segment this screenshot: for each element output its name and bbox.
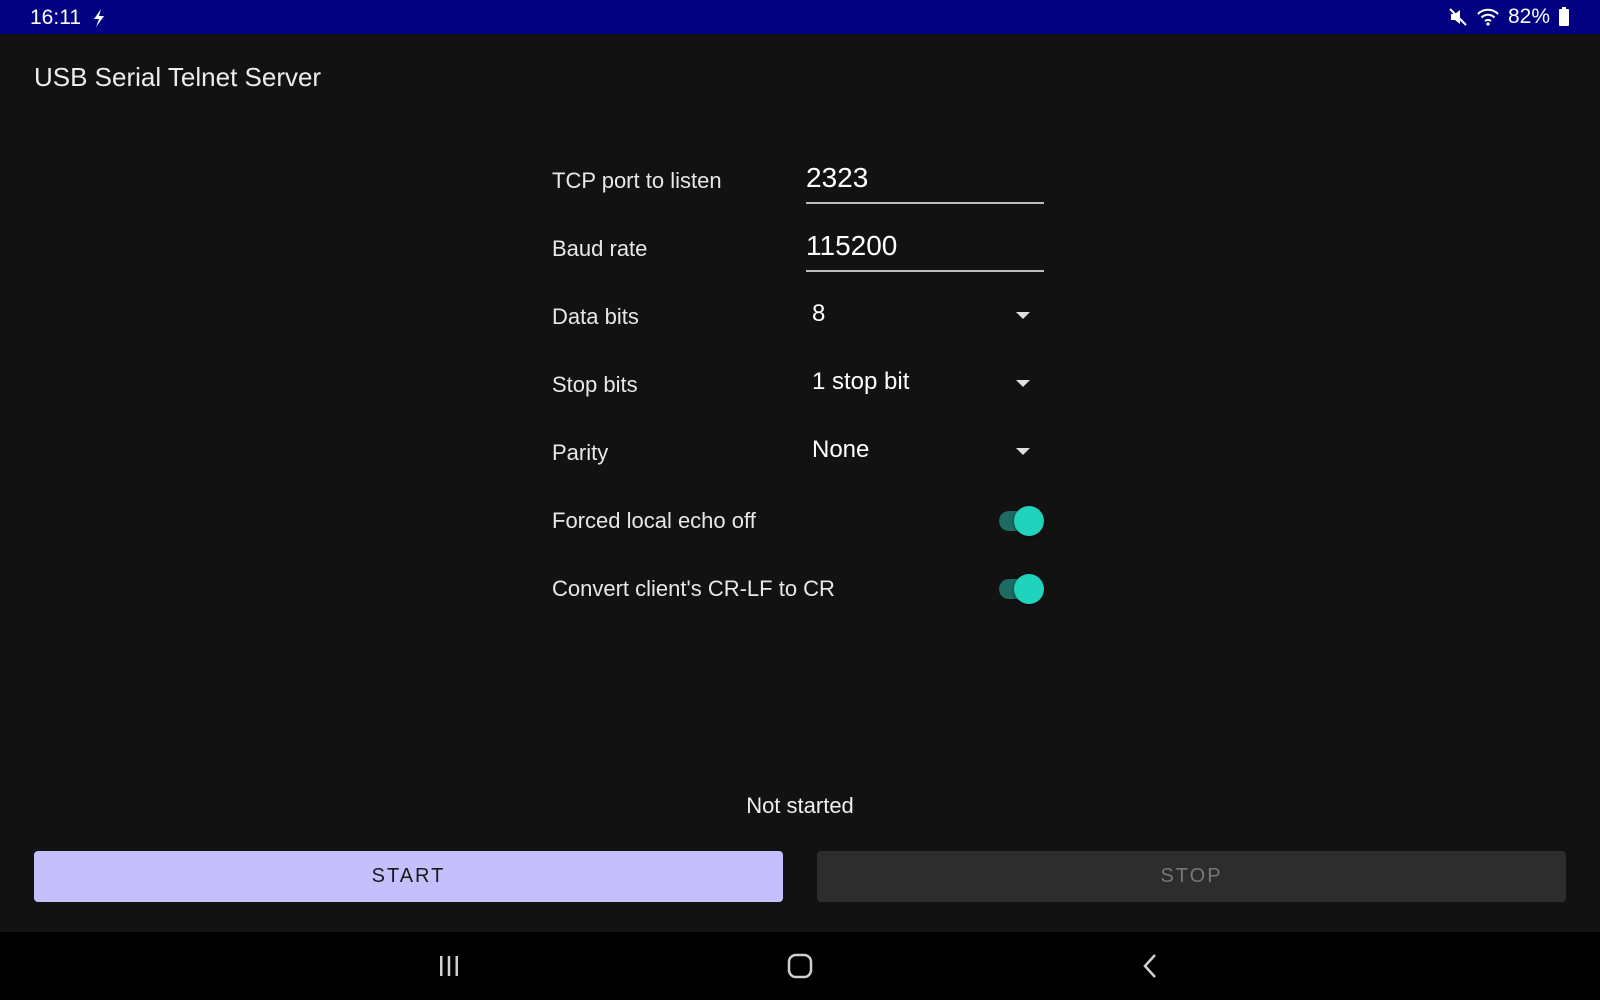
- stop-button[interactable]: STOP: [817, 851, 1566, 902]
- battery-icon: [1559, 7, 1569, 26]
- parity-label: Parity: [552, 440, 609, 465]
- tcp-port-field: [806, 154, 1044, 204]
- baud-rate-input[interactable]: [806, 228, 1042, 264]
- status-time: 16:11: [30, 6, 81, 29]
- navigation-bar: [0, 932, 1600, 1000]
- local-echo-label: Forced local echo off: [552, 508, 756, 533]
- battery-percent: 82%: [1507, 5, 1550, 28]
- status-icons: 82%: [1448, 5, 1570, 29]
- recents-button[interactable]: [429, 946, 469, 986]
- toggle-thumb: [1014, 506, 1044, 536]
- crlf-label: Convert client's CR-LF to CR: [552, 576, 835, 601]
- wifi-icon: [1477, 8, 1499, 26]
- stop-bits-label: Stop bits: [552, 372, 638, 397]
- parity-select[interactable]: None: [806, 426, 1036, 478]
- data-bits-select[interactable]: 8: [806, 290, 1036, 342]
- app-title: USB Serial Telnet Server: [34, 62, 322, 92]
- stop-bits-value: 1 stop bit: [812, 368, 910, 395]
- data-bits-label: Data bits: [552, 304, 639, 329]
- data-bits-row: Data bits 8: [552, 290, 1044, 346]
- start-button[interactable]: START: [34, 851, 783, 902]
- dropdown-arrow-icon: [1016, 448, 1030, 455]
- data-bits-value: 8: [812, 300, 826, 327]
- home-icon: [787, 953, 813, 979]
- back-button[interactable]: [1131, 946, 1171, 986]
- crlf-row: Convert client's CR-LF to CR: [552, 562, 1044, 618]
- stop-bits-select[interactable]: 1 stop bit: [806, 358, 1036, 410]
- recents-icon: [440, 956, 458, 976]
- parity-row: Parity None: [552, 426, 1044, 482]
- baud-rate-field: [806, 222, 1044, 272]
- dropdown-arrow-icon: [1016, 312, 1030, 319]
- toggle-thumb: [1014, 574, 1044, 604]
- local-echo-toggle[interactable]: [997, 506, 1045, 536]
- baud-rate-row: Baud rate: [552, 222, 1044, 278]
- crlf-toggle[interactable]: [997, 574, 1045, 604]
- dropdown-arrow-icon: [1016, 380, 1030, 387]
- mute-icon: [1449, 8, 1467, 26]
- tcp-port-input[interactable]: [806, 160, 1042, 196]
- back-icon: [1143, 954, 1156, 978]
- baud-rate-label: Baud rate: [552, 236, 648, 261]
- home-button[interactable]: [780, 946, 820, 986]
- tcp-port-row: TCP port to listen: [552, 154, 1044, 210]
- charging-icon: [94, 9, 104, 27]
- status-bar: 16:11 82%: [0, 0, 1600, 34]
- local-echo-row: Forced local echo off: [552, 494, 1044, 550]
- stop-bits-row: Stop bits 1 stop bit: [552, 358, 1044, 414]
- parity-value: None: [812, 436, 870, 463]
- server-status: Not started: [746, 793, 854, 818]
- tcp-port-label: TCP port to listen: [552, 168, 722, 193]
